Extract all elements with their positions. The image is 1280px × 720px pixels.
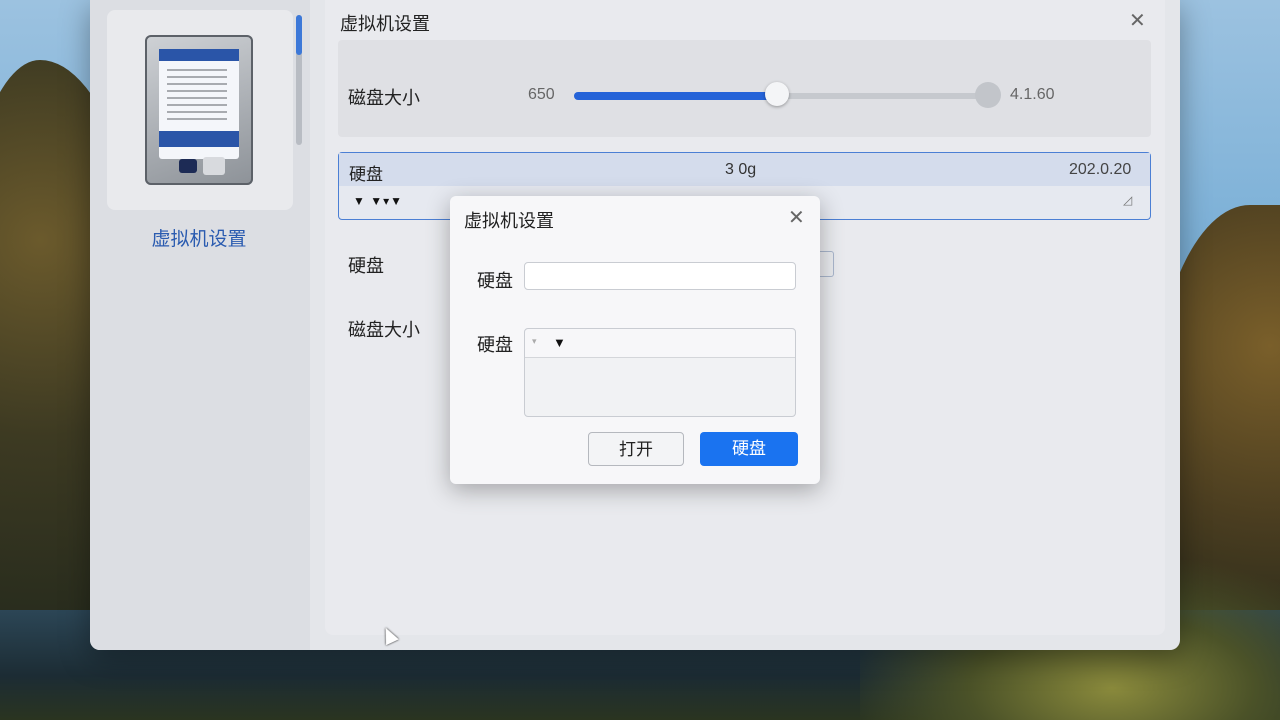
hdd-connector xyxy=(179,159,197,173)
sidebar-scrollbar-thumb[interactable] xyxy=(296,15,302,55)
slider-handle[interactable] xyxy=(765,82,789,106)
dialog-title: 虚拟机设置 xyxy=(464,211,554,231)
sidebar: 虚拟机设置 xyxy=(90,0,310,650)
hdd-connector-2 xyxy=(203,157,225,175)
dialog-disk-input[interactable] xyxy=(524,262,796,290)
page-title: 虚拟机设置 xyxy=(340,14,430,34)
hdd-top-band xyxy=(159,49,239,61)
slider-fill xyxy=(574,92,777,100)
dialog-disk-label: 硬盘 xyxy=(477,271,513,291)
disk-size-slider-card: 磁盘大小 650 4.1.60 xyxy=(338,40,1151,137)
chevron-down-small-icon: ▾ xyxy=(532,336,537,346)
disk-field-label: 硬盘 xyxy=(348,256,384,276)
sidebar-item-vm-settings[interactable]: 虚拟机设置 xyxy=(90,224,308,251)
disk-row-expand-arrows[interactable]: ▼ ▼▾▼ xyxy=(353,194,403,208)
dialog-disk-select[interactable]: ▾ ▼ xyxy=(524,328,796,417)
resize-corner-icon[interactable]: ◿ xyxy=(1123,193,1132,207)
disk-row-size: 3 0g xyxy=(725,161,757,178)
select-header[interactable]: ▾ ▼ xyxy=(525,329,795,358)
hdd-bottom-band xyxy=(159,131,239,147)
disk-row-name: 硬盘 xyxy=(349,165,383,184)
confirm-button[interactable]: 硬盘 xyxy=(700,432,798,466)
slider-label: 磁盘大小 xyxy=(348,88,420,108)
slider-max-label: 4.1.60 xyxy=(1010,86,1055,103)
vm-settings-dialog: 虚拟机设置 ✕ 硬盘 硬盘 ▾ ▼ 打开 硬盘 xyxy=(450,196,820,484)
close-icon[interactable]: ✕ xyxy=(788,208,805,228)
hard-disk-icon xyxy=(145,35,253,185)
disk-size-field-label: 磁盘大小 xyxy=(348,320,420,340)
disk-row-date: 202.0.20 xyxy=(1069,161,1132,178)
close-icon[interactable]: ✕ xyxy=(1129,11,1146,31)
vm-thumbnail-card[interactable] xyxy=(107,10,293,210)
slider-end-knob[interactable] xyxy=(975,82,1001,108)
dialog-disk-select-label: 硬盘 xyxy=(477,335,513,355)
slider-min-label: 650 xyxy=(528,86,555,103)
chevron-down-icon[interactable]: ▼ xyxy=(553,335,566,350)
hdd-label-lines xyxy=(167,69,227,125)
open-button[interactable]: 打开 xyxy=(588,432,684,466)
